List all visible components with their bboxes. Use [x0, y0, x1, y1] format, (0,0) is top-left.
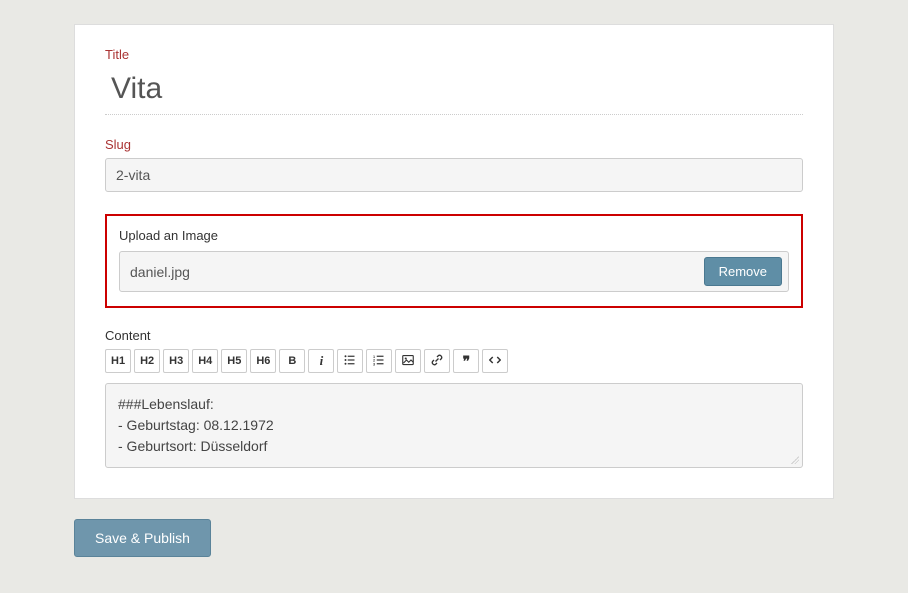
h3-button[interactable]: H3: [163, 349, 189, 373]
ul-button[interactable]: [337, 349, 363, 373]
upload-image-section: Upload an Image daniel.jpg Remove: [105, 214, 803, 308]
title-field: Title: [105, 47, 803, 115]
h4-button[interactable]: H4: [192, 349, 218, 373]
editor-card: Title Slug Upload an Image daniel.jpg Re…: [74, 24, 834, 499]
save-row: Save & Publish: [74, 519, 834, 557]
title-input[interactable]: [105, 68, 803, 116]
remove-button[interactable]: Remove: [704, 257, 782, 286]
slug-input[interactable]: [105, 158, 803, 192]
ol-button[interactable]: 123: [366, 349, 392, 373]
content-field: Content H1 H2 H3 H4 H5 H6 B i 123: [105, 328, 803, 468]
resize-handle[interactable]: [789, 454, 799, 464]
image-button[interactable]: [395, 349, 421, 373]
upload-label: Upload an Image: [119, 228, 789, 243]
content-label: Content: [105, 328, 803, 343]
italic-button[interactable]: i: [308, 349, 334, 373]
upload-row: daniel.jpg Remove: [119, 251, 789, 292]
content-editor[interactable]: ###Lebenslauf: - Geburtstag: 08.12.1972 …: [105, 383, 803, 468]
title-label: Title: [105, 47, 803, 62]
image-icon: [402, 354, 414, 369]
bold-button[interactable]: B: [279, 349, 305, 373]
upload-filename: daniel.jpg: [130, 264, 704, 280]
code-icon: [489, 354, 501, 369]
slug-label: Slug: [105, 137, 803, 152]
h5-button[interactable]: H5: [221, 349, 247, 373]
ul-icon: [344, 354, 356, 369]
editor-wrap: ###Lebenslauf: - Geburtstag: 08.12.1972 …: [105, 383, 803, 468]
ol-icon: 123: [373, 354, 385, 369]
link-button[interactable]: [424, 349, 450, 373]
code-button[interactable]: [482, 349, 508, 373]
h2-button[interactable]: H2: [134, 349, 160, 373]
link-icon: [431, 354, 443, 369]
quote-button[interactable]: ❞: [453, 349, 479, 373]
h6-button[interactable]: H6: [250, 349, 276, 373]
slug-field: Slug: [105, 137, 803, 192]
svg-text:3: 3: [373, 362, 375, 366]
save-publish-button[interactable]: Save & Publish: [74, 519, 211, 557]
editor-toolbar: H1 H2 H3 H4 H5 H6 B i 123: [105, 349, 803, 373]
h1-button[interactable]: H1: [105, 349, 131, 373]
